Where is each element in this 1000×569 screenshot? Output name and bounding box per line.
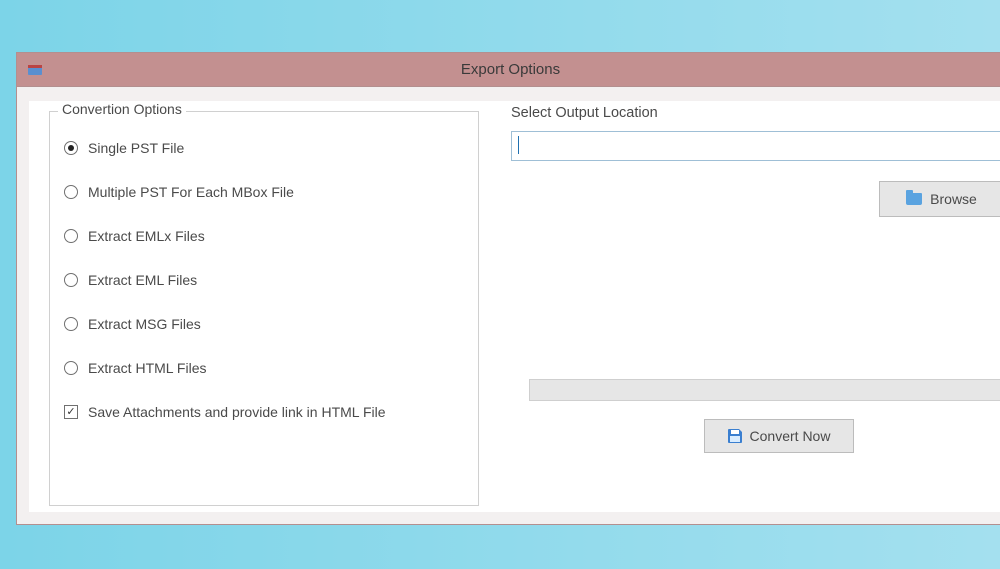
app-icon bbox=[27, 62, 43, 78]
radio-label: Multiple PST For Each MBox File bbox=[88, 184, 294, 200]
convert-now-button[interactable]: Convert Now bbox=[704, 419, 854, 453]
radio-label: Extract EMLx Files bbox=[88, 228, 205, 244]
checkbox-save-attachments[interactable]: ✓ Save Attachments and provide link in H… bbox=[64, 404, 464, 420]
output-location-label: Select Output Location bbox=[511, 105, 658, 121]
radio-extract-eml[interactable]: Extract EML Files bbox=[64, 272, 464, 288]
output-pane: Select Output Location Browse Convert No… bbox=[499, 101, 1000, 512]
radio-label: Extract EML Files bbox=[88, 272, 197, 288]
radio-icon bbox=[64, 141, 78, 155]
radio-icon bbox=[64, 273, 78, 287]
radio-label: Extract HTML Files bbox=[88, 360, 207, 376]
radio-icon bbox=[64, 361, 78, 375]
conversion-options-list: Single PST File Multiple PST For Each MB… bbox=[50, 112, 478, 432]
radio-extract-html[interactable]: Extract HTML Files bbox=[64, 360, 464, 376]
text-cursor bbox=[518, 136, 519, 154]
convert-button-label: Convert Now bbox=[750, 428, 831, 444]
radio-icon bbox=[64, 229, 78, 243]
radio-single-pst[interactable]: Single PST File bbox=[64, 140, 464, 156]
browse-button[interactable]: Browse bbox=[879, 181, 1000, 217]
window-title: Export Options bbox=[17, 61, 1000, 78]
conversion-options-label: Convertion Options bbox=[58, 101, 186, 117]
radio-multiple-pst[interactable]: Multiple PST For Each MBox File bbox=[64, 184, 464, 200]
radio-extract-msg[interactable]: Extract MSG Files bbox=[64, 316, 464, 332]
checkbox-icon: ✓ bbox=[64, 405, 78, 419]
checkbox-label: Save Attachments and provide link in HTM… bbox=[88, 404, 386, 420]
browse-button-label: Browse bbox=[930, 191, 977, 207]
progress-bar bbox=[529, 379, 1000, 401]
output-location-input[interactable] bbox=[511, 131, 1000, 161]
client-area: Convertion Options Single PST File Multi… bbox=[29, 101, 1000, 512]
export-options-window: Export Options Convertion Options Single… bbox=[16, 52, 1000, 525]
folder-icon bbox=[906, 193, 922, 205]
radio-extract-emlx[interactable]: Extract EMLx Files bbox=[64, 228, 464, 244]
save-icon bbox=[728, 429, 742, 443]
radio-label: Extract MSG Files bbox=[88, 316, 201, 332]
radio-label: Single PST File bbox=[88, 140, 184, 156]
radio-icon bbox=[64, 185, 78, 199]
conversion-options-group: Convertion Options Single PST File Multi… bbox=[49, 111, 479, 506]
titlebar[interactable]: Export Options bbox=[17, 53, 1000, 87]
radio-icon bbox=[64, 317, 78, 331]
